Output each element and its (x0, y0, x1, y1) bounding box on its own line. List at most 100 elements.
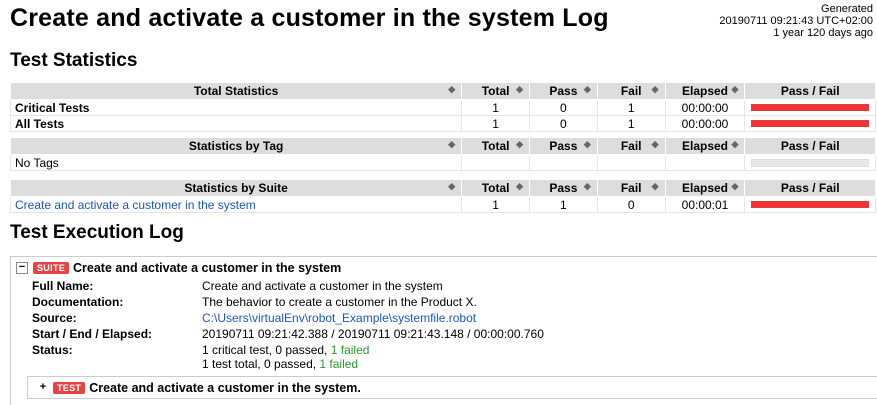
suite-label-badge: SUITE (33, 262, 70, 274)
column-fail[interactable]: Fail ◆ (596, 82, 666, 100)
column-label: Pass / Fail (780, 84, 840, 98)
column-fail[interactable]: Fail ◆ (596, 179, 666, 197)
column-pass[interactable]: Pass ◆ (528, 137, 598, 155)
total-statistics-header[interactable]: Total Statistics ◆ (9, 82, 463, 100)
column-label: Fail (620, 84, 642, 98)
sort-icon: ◆ (651, 181, 659, 191)
column-label: Total Statistics (193, 84, 279, 98)
column-pass[interactable]: Pass ◆ (528, 82, 598, 100)
column-label: Elapsed (681, 139, 729, 153)
stat-total: 1 (461, 196, 530, 213)
meta-value: The behavior to create a customer in the… (202, 295, 477, 309)
suite-statistics-header[interactable]: Statistics by Suite ◆ (9, 179, 463, 197)
column-label: Pass / Fail (780, 181, 840, 195)
column-elapsed[interactable]: Elapsed ◆ (664, 137, 746, 155)
fail-bar (751, 120, 870, 127)
no-tags-text: No Tags (9, 154, 463, 171)
status-value: 1 critical test, 0 passed, 1 failed 1 te… (202, 343, 369, 371)
stat-fail: 1 (596, 99, 666, 116)
status-text: 1 critical test, 0 passed, (202, 343, 331, 357)
source-link[interactable]: C:\Users\virtualEnv\robot_Example\system… (202, 311, 476, 325)
column-elapsed[interactable]: Elapsed ◆ (664, 82, 746, 100)
total-statistics-table: Total Statistics ◆ Total ◆ Pass ◆ Fail ◆ Ela… (9, 82, 876, 132)
status-failed: 1 failed (330, 343, 370, 357)
sort-icon: ◆ (516, 139, 523, 149)
sort-icon: ◆ (583, 181, 591, 191)
stat-pass: 1 (528, 196, 598, 213)
fail-bar (751, 104, 870, 111)
sort-icon: ◆ (448, 139, 456, 149)
meta-key: Full Name: (32, 279, 94, 293)
generated-time: 20190711 09:21:43 UTC+02:00 (719, 15, 873, 27)
column-fail[interactable]: Fail ◆ (596, 137, 666, 155)
sort-icon: ◆ (731, 139, 739, 149)
stat-name: Critical Tests (9, 99, 463, 116)
status-line2: 1 test total, 0 passed, 1 failed (202, 357, 358, 371)
suite-link[interactable]: Create and activate a customer in the sy… (15, 198, 256, 212)
test-execution-log-heading: Test Execution Log (10, 222, 184, 243)
stat-pass: 0 (528, 115, 598, 132)
column-elapsed[interactable]: Elapsed ◆ (664, 179, 746, 197)
meta-key: Documentation: (32, 295, 124, 309)
suite-stat-link[interactable]: Create and activate a customer in the sy… (9, 196, 463, 213)
column-label: Pass (549, 181, 578, 195)
stat-total: 1 (461, 99, 530, 116)
column-label: Pass / Fail (780, 139, 840, 153)
stat-name: All Tests (9, 115, 463, 132)
table-row: All Tests 1 0 1 00:00:00 (9, 115, 876, 132)
meta-value: Create and activate a customer in the sy… (202, 279, 443, 293)
table-row: Create and activate a customer in the sy… (9, 196, 876, 213)
meta-key: Start / End / Elapsed: (32, 327, 153, 341)
column-total[interactable]: Total ◆ (461, 137, 530, 155)
generated-ago: 1 year 120 days ago (773, 27, 873, 39)
column-label: Elapsed (681, 84, 729, 98)
test-label-badge: TEST (53, 381, 86, 394)
column-total[interactable]: Total ◆ (461, 179, 530, 197)
sort-icon: ◆ (731, 84, 739, 94)
stat-pass: 0 (528, 99, 598, 116)
column-passfail[interactable]: Pass / Fail (744, 179, 876, 197)
collapse-toggle[interactable]: − (16, 262, 28, 274)
sort-icon: ◆ (731, 181, 739, 191)
sort-icon: ◆ (651, 139, 659, 149)
expand-toggle[interactable]: + (38, 381, 48, 393)
column-total[interactable]: Total ◆ (461, 82, 530, 100)
status-failed: 1 failed (319, 357, 359, 371)
column-label: Total (481, 181, 510, 195)
pass-fail-cell (744, 196, 876, 213)
column-label: Fail (620, 139, 642, 153)
test-name: Create and activate a customer in the sy… (89, 380, 361, 395)
status-text: 1 test total, 0 passed, (202, 357, 320, 371)
suite-header[interactable]: − SUITE Create and activate a customer i… (16, 261, 341, 275)
column-label: Pass (549, 139, 578, 153)
stat-elapsed: 00:00:00 (664, 115, 746, 132)
test-item[interactable]: + TEST Create and activate a customer in… (27, 376, 877, 399)
sort-icon: ◆ (651, 84, 659, 94)
column-passfail[interactable]: Pass / Fail (744, 82, 876, 100)
empty-bar (751, 158, 870, 167)
stat-fail: 1 (596, 115, 666, 132)
sort-icon: ◆ (448, 84, 456, 94)
fail-bar (751, 201, 870, 208)
test-statistics-heading: Test Statistics (10, 50, 138, 71)
table-row: No Tags (9, 154, 876, 171)
sort-icon: ◆ (516, 84, 523, 94)
generated-label: Generated (821, 3, 873, 15)
column-label: Statistics by Tag (188, 139, 284, 153)
suite-name: Create and activate a customer in the sy… (73, 261, 342, 275)
sort-icon: ◆ (583, 139, 591, 149)
meta-key: Source: (32, 311, 77, 325)
pass-fail-cell (744, 154, 876, 171)
stat-fail: 0 (596, 196, 666, 213)
tag-statistics-header[interactable]: Statistics by Tag ◆ (9, 137, 463, 155)
tag-statistics-table: Statistics by Tag ◆ Total ◆ Pass ◆ Fail ◆ El… (9, 137, 876, 171)
sort-icon: ◆ (516, 181, 523, 191)
table-row: Critical Tests 1 0 1 00:00:00 (9, 99, 876, 116)
column-pass[interactable]: Pass ◆ (528, 179, 598, 197)
column-passfail[interactable]: Pass / Fail (744, 137, 876, 155)
column-label: Elapsed (681, 181, 729, 195)
page-title: Create and activate a customer in the sy… (10, 4, 609, 32)
suite-log-panel: − SUITE Create and activate a customer i… (10, 256, 877, 405)
meta-key: Status: (32, 343, 73, 357)
stat-elapsed: 00:00:01 (664, 196, 746, 213)
